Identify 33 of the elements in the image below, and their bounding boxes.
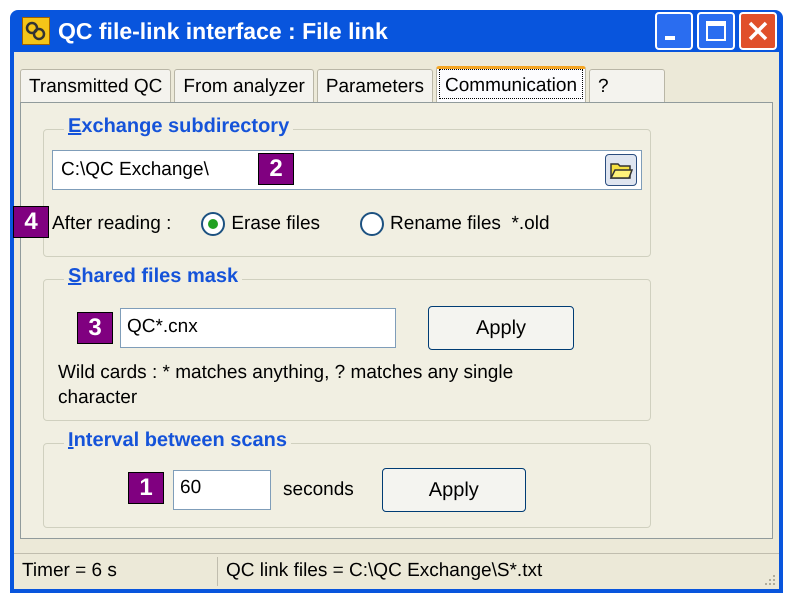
status-text: QC link files = C:\QC Exchange\S*.txt [225, 559, 544, 584]
app-icon [22, 17, 50, 45]
close-button[interactable] [739, 12, 777, 50]
hint-text: Wild cards : * matches anything, ? matches any single character [58, 361, 514, 410]
maximize-button[interactable] [697, 12, 735, 50]
tab[interactable]: ? [589, 69, 666, 102]
radio-option[interactable]: Erase files [201, 210, 320, 238]
seconds-field[interactable]: 60 [173, 470, 271, 510]
tab[interactable]: From analyzer [174, 69, 314, 102]
callout-badge: 1 [128, 472, 164, 504]
minimize-icon [665, 36, 675, 40]
callout-badge: 2 [258, 153, 294, 185]
close-icon [747, 20, 769, 42]
apply-button[interactable]: Apply [428, 306, 574, 350]
path-field[interactable]: C:\QC Exchange\ 2 [52, 150, 642, 190]
browse-folder-button[interactable] [605, 154, 637, 186]
window-title: QC file-link interface : File link [58, 16, 389, 46]
tab[interactable]: Communication [436, 66, 586, 102]
callout-badge: 4 [13, 206, 49, 238]
maximize-icon [705, 20, 727, 42]
callout-badge: 3 [77, 312, 113, 344]
field-label: After reading : [52, 212, 172, 236]
radio-option[interactable]: Rename files *.old [360, 210, 550, 238]
group-title: Shared files mask [64, 266, 242, 286]
tab[interactable]: Transmitted QC [20, 69, 172, 102]
group-title: Interval between scans [64, 430, 291, 450]
apply-button[interactable]: Apply [382, 468, 526, 512]
mask-field[interactable]: QC*.cnx [120, 308, 396, 348]
group-title: Exchange subdirectory [64, 116, 294, 136]
minimize-button[interactable] [655, 12, 693, 50]
unit-label: seconds [283, 478, 354, 502]
status-text: Timer = 6 s [14, 557, 218, 586]
tab[interactable]: Parameters [316, 69, 434, 102]
